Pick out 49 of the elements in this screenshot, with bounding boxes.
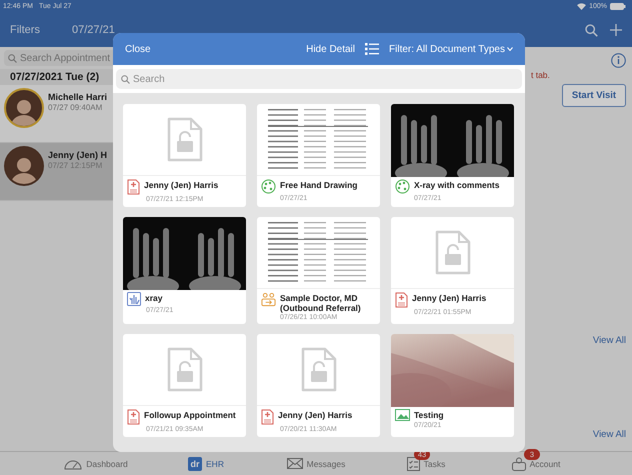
date-picker[interactable]: 07/27/21 xyxy=(72,24,115,36)
document-search-field[interactable]: Search xyxy=(116,69,522,89)
locked-file-icon xyxy=(166,116,204,162)
view-all-link[interactable]: View All xyxy=(592,429,626,440)
document-icon xyxy=(395,292,408,308)
battery-icon xyxy=(610,3,626,10)
hide-detail-button[interactable]: Hide Detail xyxy=(306,44,356,54)
document-title: Sample Doctor, MD (Outbound Referral) xyxy=(280,294,362,313)
account-icon xyxy=(512,456,526,470)
search-icon xyxy=(121,74,130,84)
document-icon xyxy=(261,409,274,425)
tab-bar-item[interactable]: Dashboard xyxy=(41,452,151,475)
document-title: Testing xyxy=(414,411,444,420)
document-title: xray xyxy=(145,294,162,304)
document-title: Followup Appointment xyxy=(144,411,236,420)
patient-name: Jenny (Jen) H xyxy=(48,150,108,160)
appointment-time: 07/27 09:40AM xyxy=(48,103,104,112)
checklist-icon xyxy=(406,456,420,471)
tab-bar-item[interactable]: dr EHR xyxy=(151,452,261,475)
envelope-icon xyxy=(286,458,303,469)
search-icon xyxy=(585,24,598,36)
patient-name: Michelle Harri xyxy=(48,92,108,102)
locked-file-icon xyxy=(300,346,338,392)
add-icon[interactable] xyxy=(610,24,622,36)
list-icon[interactable] xyxy=(365,43,380,55)
notice-text: t tab. xyxy=(531,70,550,80)
view-all-link[interactable]: View All xyxy=(592,335,626,346)
start-visit-button[interactable]: Start Visit xyxy=(562,84,626,107)
filters-button[interactable]: Filters xyxy=(10,24,60,36)
document-icon xyxy=(127,179,140,195)
gauge-icon xyxy=(64,458,82,470)
document-icon xyxy=(127,409,140,425)
document-title: Free Hand Drawing xyxy=(280,181,358,190)
image-icon xyxy=(395,409,410,421)
search-icon xyxy=(8,54,17,62)
document-title: Jenny (Jen) Harris xyxy=(412,294,486,304)
document-title: X-ray with comments xyxy=(414,181,500,190)
referral-icon xyxy=(261,292,276,307)
info-icon[interactable] xyxy=(611,53,626,68)
palette-icon xyxy=(395,179,410,194)
filter-dropdown[interactable]: Filter: All Document Types xyxy=(389,44,513,54)
document-title: Jenny (Jen) Harris xyxy=(278,411,352,420)
locked-file-icon xyxy=(166,346,204,392)
palette-icon xyxy=(261,179,276,194)
chevron-down-icon xyxy=(507,47,513,51)
tab-bar-item[interactable]: Messages xyxy=(261,452,371,475)
wifi-icon xyxy=(577,3,586,10)
locked-file-icon xyxy=(434,230,472,276)
ehr-logo: dr xyxy=(188,456,202,470)
